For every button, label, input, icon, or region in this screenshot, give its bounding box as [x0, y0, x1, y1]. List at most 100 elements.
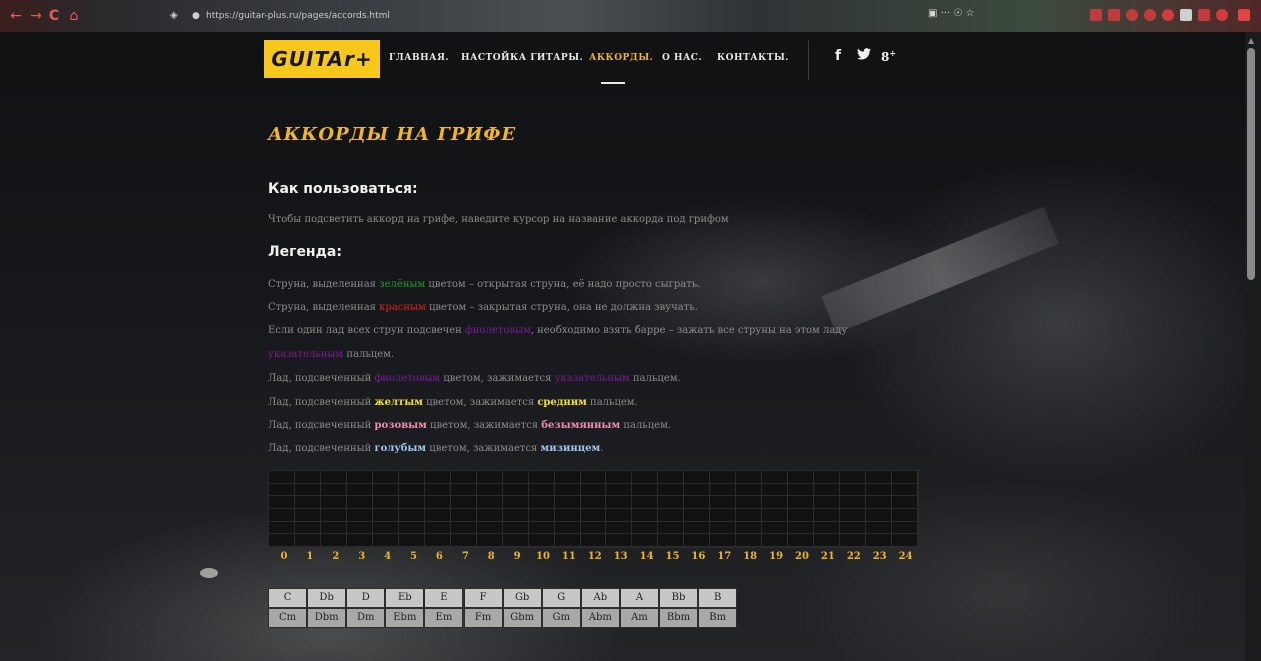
home-icon[interactable]: ⌂: [64, 6, 84, 26]
sidebar-icon[interactable]: [1108, 9, 1120, 21]
fret-number: 9: [513, 551, 521, 562]
fret-cell: [684, 534, 711, 547]
fret-cell: [736, 483, 763, 497]
nav-item-about[interactable]: О НАС.: [662, 53, 702, 63]
chord-button-minor[interactable]: Gbm: [502, 608, 542, 628]
fret-cell: [632, 534, 659, 547]
fret-number: 16: [691, 551, 706, 562]
legend-text: Струна, выделенная: [268, 302, 380, 313]
fret-cell: [528, 471, 555, 484]
chord-button-minor[interactable]: Em: [424, 608, 464, 628]
fret-cell: [580, 534, 607, 547]
nav-item-chords[interactable]: АККОРДЫ.: [589, 53, 653, 63]
chord-button[interactable]: Bb: [659, 588, 699, 608]
chord-button-minor[interactable]: Fm: [463, 608, 503, 628]
chord-button-minor[interactable]: Am: [619, 608, 659, 628]
legend-text: цветом – закрытая струна, она не должна …: [425, 302, 698, 313]
extension-icon[interactable]: [1126, 9, 1138, 21]
chord-button-minor[interactable]: Cm: [268, 608, 308, 628]
fret-cell: [580, 521, 607, 535]
fret-cell: [424, 521, 451, 535]
extension-icon[interactable]: [1216, 9, 1228, 21]
fret-cell: [684, 483, 711, 497]
fret-cell: [814, 471, 841, 484]
fret-cell: [840, 496, 867, 509]
fret-cell: [710, 521, 737, 535]
fret-cell: [294, 483, 321, 497]
site-logo[interactable]: GUITAr+: [264, 40, 380, 78]
menu-icon[interactable]: [1238, 9, 1250, 21]
fret-cell: [424, 534, 451, 547]
fret-cell: [450, 521, 477, 535]
fret-cell: [476, 496, 503, 509]
fret-cell: [866, 496, 893, 509]
legend-finger-word: средним: [537, 397, 587, 408]
url-text[interactable]: https://guitar-plus.ru/pages/accords.htm…: [206, 8, 390, 24]
extension-icon[interactable]: [1198, 9, 1210, 21]
chord-button[interactable]: B: [698, 588, 738, 608]
fret-cell: [840, 471, 867, 484]
chord-button[interactable]: A: [619, 588, 659, 608]
google-plus-icon[interactable]: 8+: [881, 48, 896, 64]
fret-cell: [528, 534, 555, 547]
fret-number: 6: [435, 551, 443, 562]
chord-button[interactable]: Eb: [385, 588, 425, 608]
fret-cell: [424, 509, 451, 522]
chord-button-minor[interactable]: Dm: [346, 608, 386, 628]
scrollbar-thumb[interactable]: [1247, 48, 1255, 280]
legend-line: указательным пальцем.: [268, 349, 394, 360]
fret-cell: [762, 534, 789, 547]
fret-cell: [528, 521, 555, 535]
extension-icon[interactable]: [1162, 9, 1174, 21]
chord-button-minor[interactable]: Dbm: [307, 608, 347, 628]
chord-button-minor[interactable]: Gm: [541, 608, 581, 628]
nav-item-home[interactable]: ГЛАВНАЯ.: [389, 53, 449, 63]
fret-number: 18: [743, 551, 758, 562]
howto-text: Чтобы подсветить аккорд на грифе, наведи…: [268, 214, 729, 225]
legend-line: Лад, подсвеченный фиолетовым цветом, заж…: [268, 373, 681, 384]
forward-arrow-icon[interactable]: →: [26, 6, 46, 26]
fret-cell: [476, 483, 503, 497]
fret-cell: [398, 534, 425, 547]
reload-icon[interactable]: C: [44, 6, 64, 26]
chord-button[interactable]: Gb: [502, 588, 542, 608]
fret-cell: [606, 483, 633, 497]
fret-number: 7: [461, 551, 469, 562]
fret-cell: [632, 496, 659, 509]
chord-button-minor[interactable]: Abm: [580, 608, 620, 628]
chord-button-minor[interactable]: Bbm: [659, 608, 699, 628]
library-icon[interactable]: [1090, 9, 1102, 21]
fret-cell: [294, 496, 321, 509]
chord-button[interactable]: D: [346, 588, 386, 608]
twitter-icon[interactable]: [857, 48, 871, 64]
fret-cell: [814, 496, 841, 509]
chord-button[interactable]: Db: [307, 588, 347, 608]
chord-button[interactable]: Ab: [580, 588, 620, 608]
nav-item-contacts[interactable]: КОНТАКТЫ.: [717, 53, 789, 63]
extension-icon[interactable]: [1144, 9, 1156, 21]
extension-icon[interactable]: [1180, 9, 1192, 21]
chord-button-minor[interactable]: Ebm: [385, 608, 425, 628]
facebook-icon[interactable]: f: [835, 48, 841, 64]
chord-button[interactable]: E: [424, 588, 464, 608]
chord-table: C Db D Eb E F Gb G Ab A Bb B Cm Dbm Dm Ebm Em Fm Gbm Gm Abm A…: [268, 588, 738, 628]
fret-cell: [502, 471, 529, 484]
fret-cell: [814, 521, 841, 535]
back-arrow-icon[interactable]: ←: [6, 6, 26, 26]
tracking-shield-icon[interactable]: ◈: [170, 8, 182, 24]
legend-text: , необходимо взять барре – зажать все ст…: [530, 325, 848, 336]
fret-cell: [450, 496, 477, 509]
legend-line: Струна, выделенная зелёным цветом – откр…: [268, 279, 700, 290]
fret-cell: [658, 534, 685, 547]
chord-button[interactable]: C: [268, 588, 308, 608]
page-actions-icons[interactable]: ▣ ··· ☉ ☆: [928, 8, 974, 19]
scroll-up-arrow-icon[interactable]: ▲: [1248, 36, 1254, 45]
nav-item-guitar-setup[interactable]: НАСТОЙКА ГИТАРЫ.: [461, 53, 583, 63]
legend-finger-word: безымянным: [541, 420, 621, 431]
fret-cell: [476, 534, 503, 547]
chord-button-minor[interactable]: Bm: [698, 608, 738, 628]
chord-button[interactable]: F: [463, 588, 503, 608]
fret-cell: [866, 509, 893, 522]
fret-cell: [892, 471, 918, 484]
chord-button[interactable]: G: [541, 588, 581, 608]
